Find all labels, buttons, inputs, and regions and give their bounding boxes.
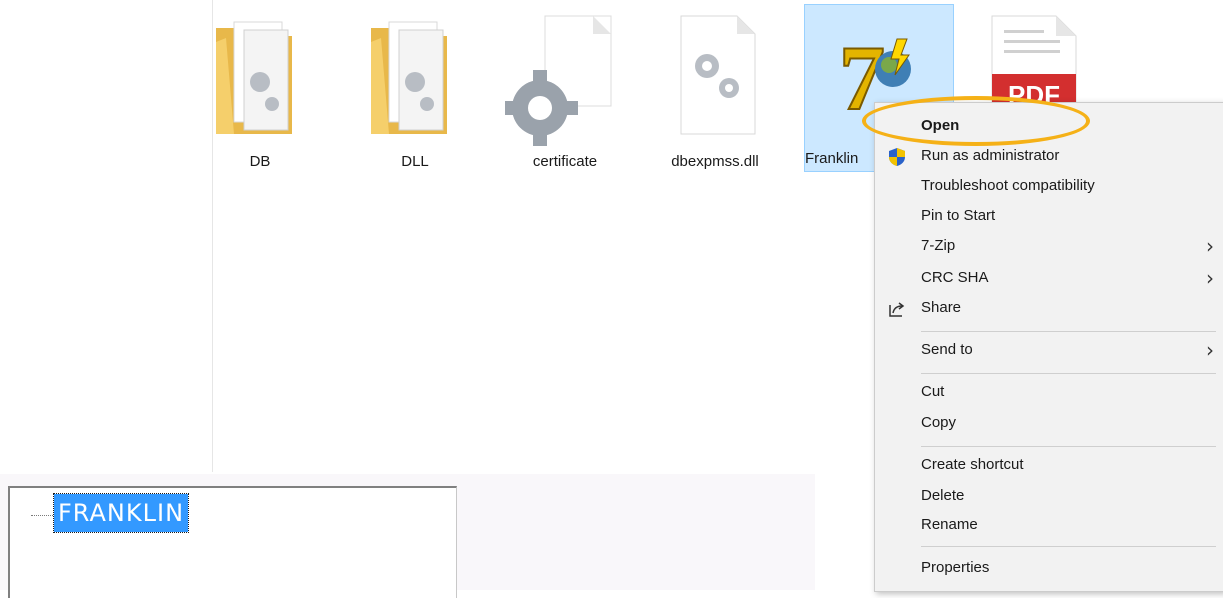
menu-separator [921, 331, 1216, 332]
menu-separator [921, 373, 1216, 374]
folder-db[interactable]: DB [200, 8, 320, 170]
menu-item-label: CRC SHA [921, 269, 989, 286]
menu-item-label: Run as administrator [921, 147, 1060, 164]
menu-item-label: Copy [921, 414, 957, 431]
chevron-right-icon: › [1206, 234, 1214, 258]
menu-item-copy[interactable]: Copy [875, 408, 1223, 438]
menu-item-run-as-administrator[interactable]: Run as administrator [875, 141, 1223, 171]
file-name: Franklin [805, 150, 859, 167]
file-dbexpmss[interactable]: dbexpmss.dll [655, 8, 775, 170]
menu-item-create-shortcut[interactable]: Create shortcut [875, 450, 1223, 480]
menu-item-share[interactable]: Share [875, 293, 1223, 323]
menu-item-label: Troubleshoot compatibility [921, 177, 1095, 194]
menu-item-label: Delete [921, 487, 965, 504]
menu-item-label: Rename [921, 516, 978, 533]
tree-node-franklin[interactable]: FRANKLIN [52, 493, 190, 533]
menu-item-send-to[interactable]: Send to › [875, 335, 1223, 365]
chevron-right-icon: › [1206, 266, 1214, 290]
chevron-right-icon: › [1206, 338, 1214, 362]
menu-item-label: Share [921, 299, 962, 316]
folder-settings-icon [371, 21, 447, 134]
folder-dll[interactable]: DLL [355, 8, 475, 170]
context-menu[interactable]: Open Run as administrator Troubleshoot c… [874, 102, 1223, 592]
dll-file-icon [680, 15, 756, 135]
folder-settings-icon [216, 21, 292, 134]
menu-item-label: Create shortcut [921, 456, 1024, 473]
menu-item-7zip[interactable]: 7-Zip › [875, 231, 1223, 261]
menu-item-delete[interactable]: Delete [875, 481, 1223, 511]
file-name: dbexpmss.dll [671, 153, 759, 170]
file-certificate[interactable]: certificate [502, 8, 625, 170]
tree-connector [31, 515, 53, 516]
navigation-pane[interactable] [0, 0, 213, 472]
menu-item-cut[interactable]: Cut [875, 377, 1223, 407]
menu-item-label: Cut [921, 383, 945, 400]
menu-separator [921, 546, 1216, 547]
file-name: DLL [401, 153, 429, 170]
menu-item-troubleshoot-compatibility[interactable]: Troubleshoot compatibility [875, 171, 1223, 201]
menu-item-label: 7-Zip [921, 237, 956, 254]
menu-item-pin-to-start[interactable]: Pin to Start [875, 201, 1223, 231]
open-highlight-ellipse [862, 96, 1090, 146]
menu-item-label: Pin to Start [921, 207, 996, 224]
menu-separator [921, 446, 1216, 447]
file-name: DB [249, 153, 271, 170]
menu-item-label: Send to [921, 341, 973, 358]
share-icon [889, 302, 905, 317]
gear-icon [502, 15, 612, 146]
uac-shield-icon [889, 148, 905, 166]
menu-item-rename[interactable]: Rename [875, 510, 1223, 540]
file-name: certificate [532, 153, 598, 170]
menu-item-label: Properties [921, 559, 990, 576]
menu-item-crc-sha[interactable]: CRC SHA › [875, 263, 1223, 293]
menu-item-properties[interactable]: Properties [875, 553, 1223, 583]
